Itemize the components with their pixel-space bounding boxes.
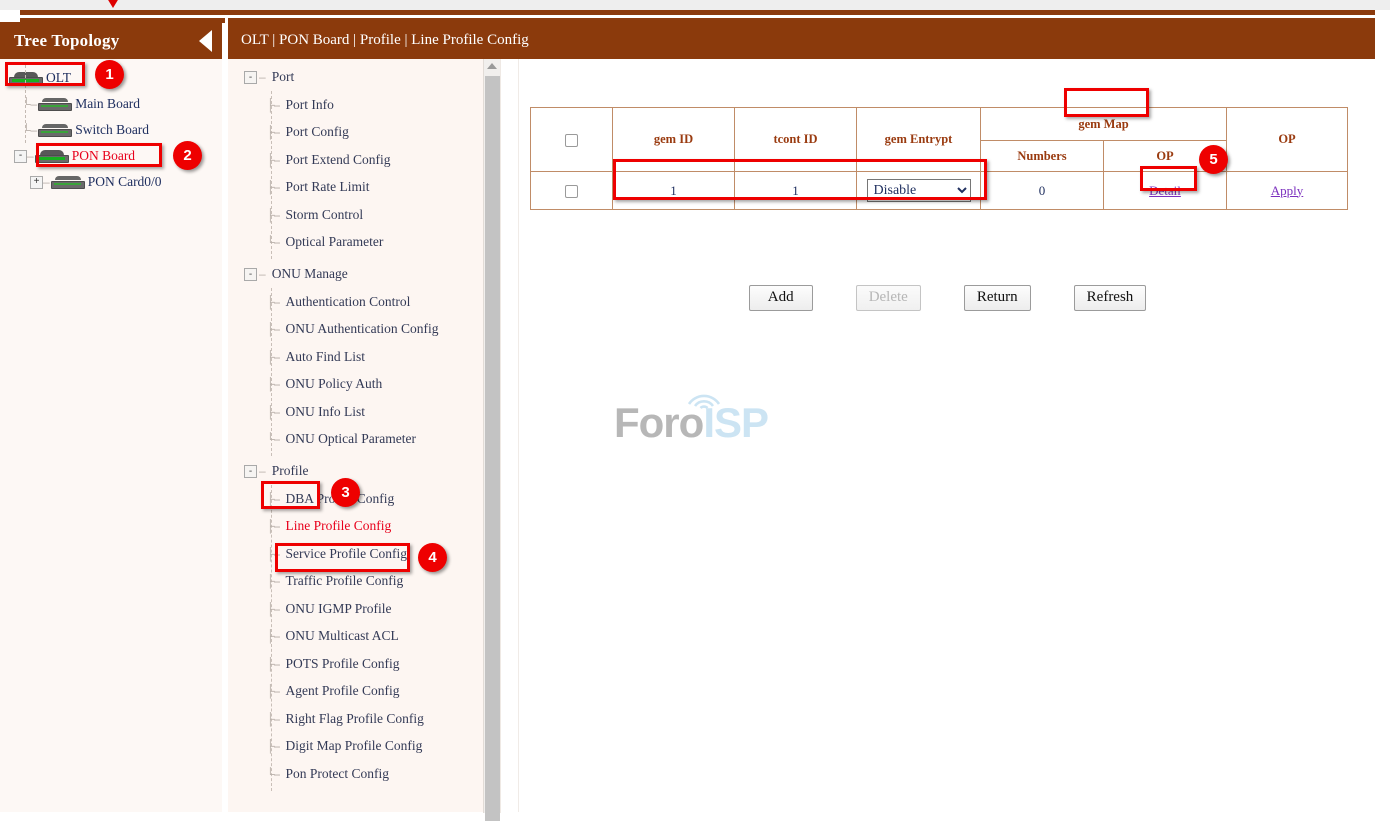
- tree-node-label: OLT: [46, 70, 71, 86]
- gem-id-header: gem ID: [613, 108, 735, 172]
- cell-gem-id: 1: [613, 172, 735, 210]
- triangle-left-icon[interactable]: [199, 30, 212, 52]
- refresh-button[interactable]: Refresh: [1074, 285, 1147, 311]
- tree-node-main-board[interactable]: └– Main Board: [0, 91, 222, 117]
- add-button[interactable]: Add: [749, 285, 813, 311]
- tree-node-label: Main Board: [75, 96, 140, 112]
- tree-branch-line: –: [27, 149, 34, 163]
- tree-node-label: PON Card0/0: [88, 174, 162, 190]
- cell-op[interactable]: Apply: [1227, 172, 1348, 210]
- tree-branch-line: –: [43, 175, 50, 189]
- tcont-id-header: tcont ID: [735, 108, 857, 172]
- detail-link[interactable]: Detail: [1149, 183, 1181, 198]
- top-strip: [0, 0, 1390, 10]
- expand-expander-icon[interactable]: +: [30, 176, 43, 189]
- gem-map-header: gem Map: [981, 108, 1227, 141]
- foroisp-watermark: ForoISP: [614, 399, 764, 455]
- tree-node-pon-card[interactable]: + – PON Card0/0: [0, 169, 222, 195]
- device-icon: [38, 124, 72, 137]
- annotation-badge-2: 2: [173, 141, 202, 170]
- antenna-tower-icon: [683, 386, 725, 416]
- tree-node-switch-board[interactable]: └– Switch Board: [0, 117, 222, 143]
- device-icon: [9, 72, 43, 85]
- annotation-badge-1: 1: [95, 60, 124, 89]
- cell-gem-map-op[interactable]: Detail: [1104, 172, 1227, 210]
- breadcrumb: OLT | PON Board | Profile | Line Profile…: [228, 22, 1375, 59]
- device-icon: [35, 150, 69, 163]
- tree-topology-header: Tree Topology: [0, 22, 222, 59]
- row-select-cell[interactable]: [531, 172, 613, 210]
- annotation-badge-5: 5: [1199, 145, 1228, 174]
- return-button[interactable]: Return: [964, 285, 1031, 311]
- gem-map-numbers-header: Numbers: [981, 141, 1104, 172]
- select-all-checkbox[interactable]: [565, 134, 578, 147]
- top-accent-bar: [20, 10, 1375, 15]
- table-row: 1 1 Disable Enable 0 Detail Apply: [531, 172, 1348, 210]
- device-icon: [51, 176, 85, 189]
- device-icon: [38, 98, 72, 111]
- table-header-row: gem ID tcont ID gem Entrypt gem Map OP: [531, 108, 1348, 141]
- content-panel: OLT | PON Board | Profile | Line Profile…: [228, 22, 1375, 812]
- select-all-header: [531, 108, 613, 172]
- cell-tcont-id: 1: [735, 172, 857, 210]
- cell-gem-map-numbers: 0: [981, 172, 1104, 210]
- tree-topology-title: Tree Topology: [14, 31, 199, 51]
- collapse-expander-icon[interactable]: -: [14, 150, 27, 163]
- cell-gem-entrypt[interactable]: Disable Enable: [857, 172, 981, 210]
- gem-entrypt-select[interactable]: Disable Enable: [867, 179, 971, 202]
- delete-button: Delete: [856, 285, 921, 311]
- op-header: OP: [1227, 108, 1348, 172]
- gem-entrypt-header: gem Entrypt: [857, 108, 981, 172]
- apply-link[interactable]: Apply: [1271, 183, 1304, 198]
- red-pointer-marker-icon: [102, 0, 124, 8]
- content-body: gem ID tcont ID gem Entrypt gem Map OP N…: [518, 59, 1375, 812]
- tree-node-label: PON Board: [72, 148, 135, 164]
- action-button-row: Add Delete Return Refresh: [519, 285, 1376, 311]
- row-checkbox[interactable]: [565, 185, 578, 198]
- tree-node-label: Switch Board: [75, 122, 149, 138]
- tree-connector-line: [25, 65, 26, 143]
